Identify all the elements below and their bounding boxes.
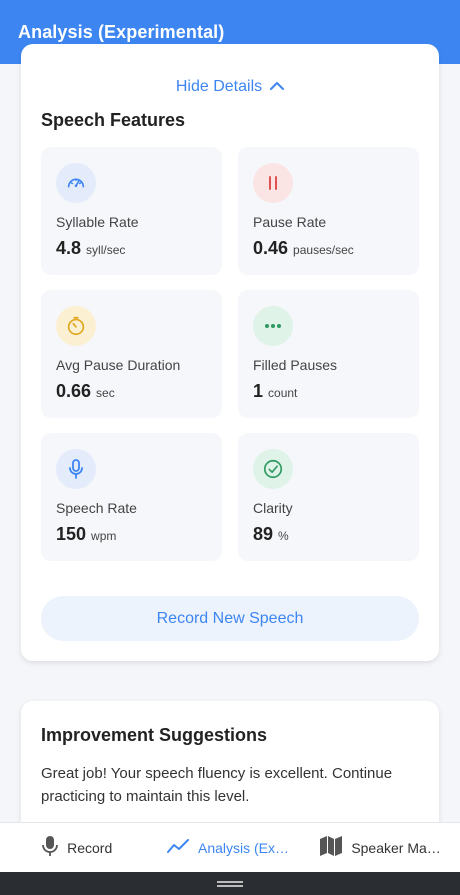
feature-syllable-rate: Syllable Rate 4.8 syll/sec [41,147,222,275]
speedometer-icon [56,163,96,203]
microphone-icon [56,449,96,489]
nav-label: Speaker Map (Experimental) [351,839,447,856]
nav-item-record[interactable]: Record [0,823,153,872]
feature-filled-pauses: Filled Pauses 1 count [238,290,419,418]
trend-line-icon [166,837,190,858]
feature-unit: sec [96,386,115,400]
check-circle-icon [253,449,293,489]
pause-icon [253,163,293,203]
feature-pause-rate: Pause Rate 0.46 pauses/sec [238,147,419,275]
speech-features-title: Speech Features [41,110,186,130]
feature-unit: pauses/sec [293,243,354,257]
feature-value: 4.8 [56,238,82,258]
nav-item-speaker-map[interactable]: Speaker Map (Experimental) [307,823,460,872]
feature-unit: count [268,386,298,400]
feature-label: Clarity [253,500,293,516]
drag-handle-icon[interactable] [217,880,243,887]
chevron-up-icon [270,78,285,96]
microphone-icon [41,835,59,860]
feature-label: Filled Pauses [253,357,338,373]
feature-value: 0.66 [56,381,92,401]
feature-label: Speech Rate [56,500,137,516]
hide-details-label: Hide Details [175,78,263,95]
feature-speech-rate: Speech Rate 150 wpm [41,433,222,561]
feature-label: Avg Pause Duration [56,357,181,373]
feature-unit: wpm [91,529,117,543]
map-icon [319,835,343,860]
record-new-speech-button[interactable]: Record New Speech [41,596,419,641]
bottom-navigation: Record Analysis (Experimental) Speaker M… [0,822,460,872]
feature-value: 1 [253,381,264,401]
feature-label: Syllable Rate [56,214,139,230]
nav-label: Record [67,839,113,856]
page-title: Analysis (Experimental) [18,21,225,42]
feature-label: Pause Rate [253,214,327,230]
suggestions-title: Improvement Suggestions [41,725,268,745]
speech-features-card: Hide Details Speech Features Syllable Ra… [21,44,439,661]
hide-details-toggle[interactable]: Hide Details [21,78,439,96]
feature-unit: % [278,529,289,543]
dots-icon [253,306,293,346]
nav-label: Analysis (Experimental) [197,839,294,856]
feature-value: 0.46 [253,238,289,258]
feature-clarity: Clarity 89 % [238,433,419,561]
feature-value: 150 [56,524,87,544]
suggestions-text: Great job! Your speech fluency is excell… [41,765,393,805]
feature-value: 89 [253,524,274,544]
feature-unit: syll/sec [86,243,126,257]
timer-icon [56,306,96,346]
system-navigation-bar [0,872,460,895]
feature-avg-pause-duration: Avg Pause Duration 0.66 sec [41,290,222,418]
nav-item-analysis[interactable]: Analysis (Experimental) [153,823,306,872]
